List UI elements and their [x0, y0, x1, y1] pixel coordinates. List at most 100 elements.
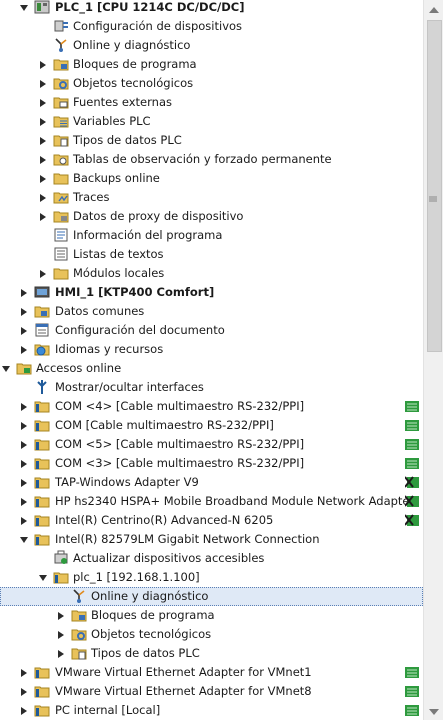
tree-node-label: Intel(R) 82579LM Gigabit Network Connect…	[55, 532, 320, 546]
expand-arrow-icon[interactable]	[19, 663, 29, 682]
tree-node-com5[interactable]: COM <5> [Cable multimaestro RS-232/PPI]	[0, 435, 423, 454]
expand-arrow-icon[interactable]	[19, 340, 29, 359]
expand-arrow-icon[interactable]	[56, 606, 66, 625]
tree-node-accesos-online[interactable]: Accesos online	[0, 359, 423, 378]
tree-node-idiomas[interactable]: Idiomas y recursos	[0, 340, 423, 359]
scroll-up-arrow-icon[interactable]	[428, 4, 440, 14]
tree-node-tipos-datos-online[interactable]: Tipos de datos PLC	[0, 644, 423, 663]
tree-node-traces[interactable]: Traces	[0, 188, 423, 207]
tree-node-variables-plc[interactable]: Variables PLC	[0, 112, 423, 131]
expand-arrow-icon[interactable]	[19, 397, 29, 416]
network-connected-icon	[405, 400, 419, 413]
tree-node-tap[interactable]: TAP-Windows Adapter V9	[0, 473, 423, 492]
collapse-arrow-icon[interactable]	[1, 359, 11, 378]
tree-node-label: Tipos de datos PLC	[91, 646, 200, 660]
expand-arrow-icon[interactable]	[56, 644, 66, 663]
tree-node-mostrar-ocultar[interactable]: Mostrar/ocultar interfaces	[0, 378, 423, 397]
expand-arrow-icon[interactable]	[38, 207, 48, 226]
tree-node-datos-proxy[interactable]: Datos de proxy de dispositivo	[0, 207, 423, 226]
tree-node-modulos-locales[interactable]: Módulos locales	[0, 264, 423, 283]
expand-arrow-icon[interactable]	[38, 264, 48, 283]
tree-node-objetos-tec[interactable]: Objetos tecnológicos	[0, 74, 423, 93]
online-diagnostics-icon	[53, 37, 69, 53]
collapse-arrow-icon[interactable]	[38, 568, 48, 587]
tree-node-label: Información del programa	[73, 228, 223, 242]
expand-arrow-icon[interactable]	[38, 93, 48, 112]
tree-node-bloques-online[interactable]: Bloques de programa	[0, 606, 423, 625]
tree-node-hp[interactable]: HP hs2340 HSPA+ Mobile Broadband Module …	[0, 492, 423, 511]
scrollbar-thumb[interactable]	[427, 20, 442, 352]
tree-node-tablas-obs[interactable]: Tablas de observación y forzado permanen…	[0, 150, 423, 169]
expand-arrow-icon[interactable]	[38, 188, 48, 207]
expand-arrow-icon[interactable]	[38, 131, 48, 150]
tree-node-label: Objetos tecnológicos	[73, 76, 194, 90]
tree-node-fuentes-ext[interactable]: Fuentes externas	[0, 93, 423, 112]
tree-node-bloques[interactable]: Bloques de programa	[0, 55, 423, 74]
tree-node-com[interactable]: COM [Cable multimaestro RS-232/PPI]	[0, 416, 423, 435]
tree-node-datos-comunes[interactable]: Datos comunes	[0, 302, 423, 321]
expand-arrow-icon[interactable]	[19, 454, 29, 473]
tree-node-config-dispositivos[interactable]: Configuración de dispositivos	[0, 17, 423, 36]
tree-node-vmnet1[interactable]: VMware Virtual Ethernet Adapter for VMne…	[0, 663, 423, 682]
tree-node-hmi1[interactable]: HMI_1 [KTP400 Comfort]	[0, 283, 423, 302]
tree-node-listas-textos[interactable]: Listas de textos	[0, 245, 423, 264]
expand-arrow-icon[interactable]	[19, 682, 29, 701]
tree-node-label: HP hs2340 HSPA+ Mobile Broadband Module …	[55, 494, 415, 508]
tree-node-tipos-datos[interactable]: Tipos de datos PLC	[0, 131, 423, 150]
expand-arrow-icon[interactable]	[19, 435, 29, 454]
expand-arrow-icon[interactable]	[56, 625, 66, 644]
tree-node-online-diag[interactable]: Online y diagnóstico	[0, 36, 423, 55]
expand-arrow-icon[interactable]	[19, 701, 29, 720]
tree-node-label: Actualizar dispositivos accesibles	[73, 551, 265, 565]
tree-node-actualizar[interactable]: Actualizar dispositivos accesibles	[0, 549, 423, 568]
interface-folder-icon	[34, 664, 50, 680]
tree-node-intel-centrino[interactable]: Intel(R) Centrino(R) Advanced-N 6205	[0, 511, 423, 530]
folder-icon	[53, 56, 69, 72]
expand-arrow-icon[interactable]	[38, 74, 48, 93]
tree-node-label: VMware Virtual Ethernet Adapter for VMne…	[55, 684, 312, 698]
collapse-arrow-icon[interactable]	[19, 530, 29, 549]
tree-node-plc1[interactable]: PLC_1 [CPU 1214C DC/DC/DC]	[0, 0, 423, 17]
network-connected-icon	[405, 704, 419, 717]
external-sources-icon	[53, 94, 69, 110]
tree-node-pc-internal[interactable]: PC internal [Local]	[0, 701, 423, 720]
tree-node-label: Idiomas y recursos	[55, 342, 164, 356]
interface-folder-icon	[34, 702, 50, 718]
expand-arrow-icon[interactable]	[19, 321, 29, 340]
tree-node-vmnet8[interactable]: VMware Virtual Ethernet Adapter for VMne…	[0, 682, 423, 701]
expand-arrow-icon[interactable]	[19, 302, 29, 321]
tree-node-label: Bloques de programa	[73, 57, 197, 71]
expand-arrow-icon[interactable]	[38, 55, 48, 74]
tree-node-label: Tipos de datos PLC	[73, 133, 182, 147]
interface-folder-icon	[34, 474, 50, 490]
expand-arrow-icon[interactable]	[38, 150, 48, 169]
expand-arrow-icon[interactable]	[19, 511, 29, 530]
collapse-arrow-icon[interactable]	[19, 0, 29, 17]
tree-node-config-documento[interactable]: Configuración del documento	[0, 321, 423, 340]
tree-node-intel-82579[interactable]: Intel(R) 82579LM Gigabit Network Connect…	[0, 530, 423, 549]
expand-arrow-icon[interactable]	[19, 416, 29, 435]
vertical-scrollbar[interactable]	[423, 0, 443, 720]
tree-node-label: Configuración de dispositivos	[73, 19, 243, 33]
common-data-icon	[34, 303, 50, 319]
expand-arrow-icon[interactable]	[19, 473, 29, 492]
expand-arrow-icon[interactable]	[19, 492, 29, 511]
tree-node-label: COM [Cable multimaestro RS-232/PPI]	[55, 418, 274, 432]
network-connected-icon	[405, 685, 419, 698]
show-hide-interfaces-icon	[34, 379, 50, 395]
tree-node-com3[interactable]: COM <3> [Cable multimaestro RS-232/PPI]	[0, 454, 423, 473]
scroll-down-arrow-icon[interactable]	[428, 706, 440, 716]
tree-node-backups[interactable]: Backups online	[0, 169, 423, 188]
expand-arrow-icon[interactable]	[19, 283, 29, 302]
tree-node-label: plc_1 [192.168.1.100]	[73, 570, 200, 584]
tree-node-plc1-ip[interactable]: plc_1 [192.168.1.100]	[0, 568, 423, 587]
expand-arrow-icon[interactable]	[38, 169, 48, 188]
tree-node-label: COM <4> [Cable multimaestro RS-232/PPI]	[55, 399, 305, 413]
expand-arrow-icon[interactable]	[38, 112, 48, 131]
tree-node-online-diag-selected[interactable]: Online y diagnóstico	[0, 587, 423, 606]
scrollbar-grip-icon	[428, 193, 438, 203]
tree-node-objetos-tec-online[interactable]: Objetos tecnológicos	[0, 625, 423, 644]
tree-node-com4[interactable]: COM <4> [Cable multimaestro RS-232/PPI]	[0, 397, 423, 416]
tree-node-label: Módulos locales	[73, 266, 165, 280]
tree-node-info-programa[interactable]: Información del programa	[0, 226, 423, 245]
